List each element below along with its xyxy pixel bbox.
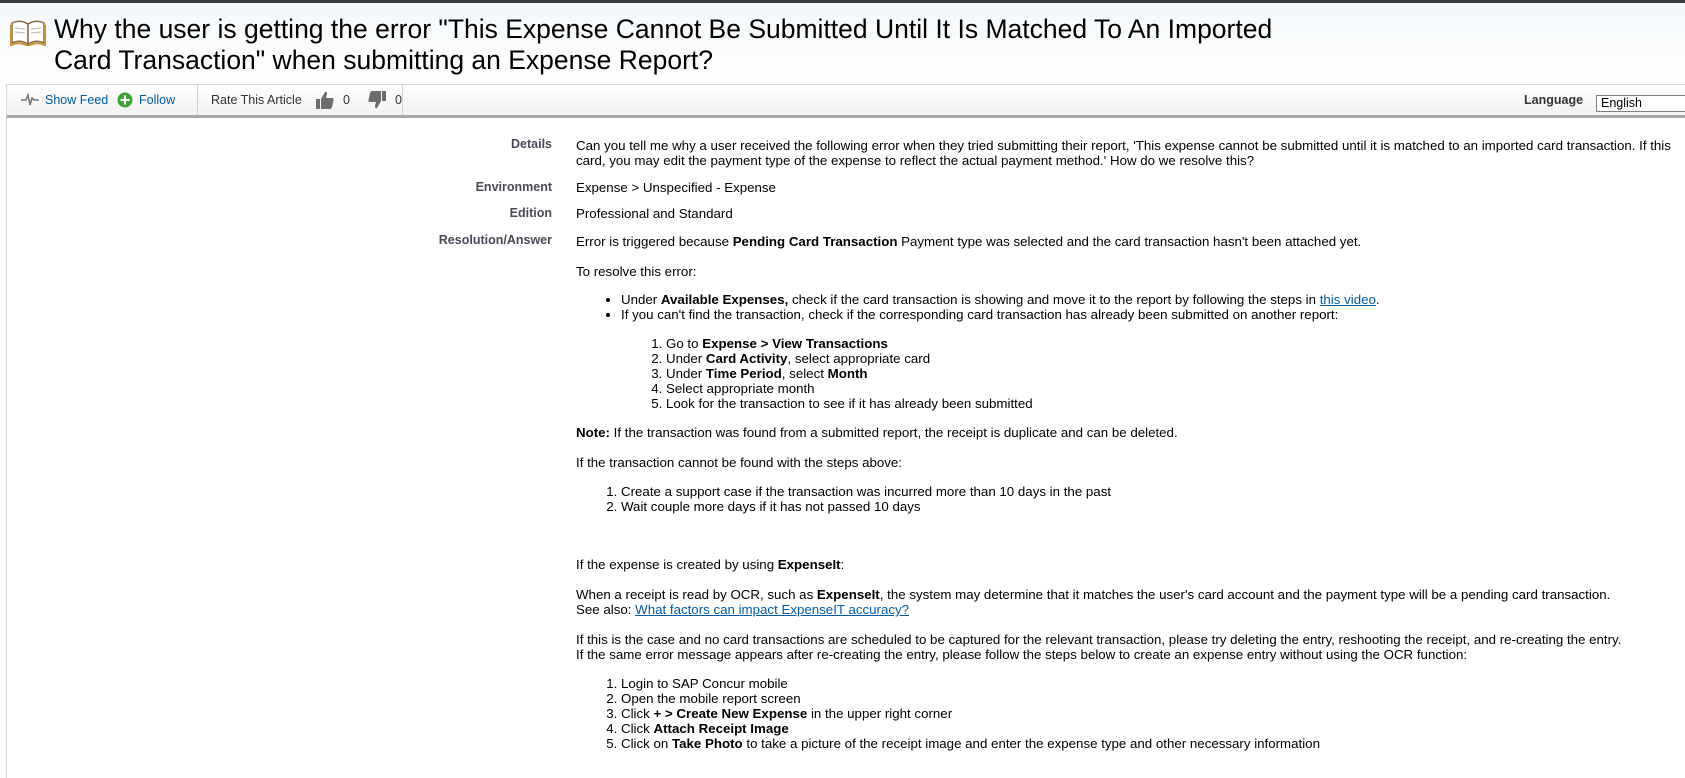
text: Click [621,706,654,721]
edition-value: Professional and Standard [576,206,733,221]
list-item: Wait couple more days if it has not pass… [621,499,1111,514]
text: Click on [621,736,672,751]
bold-text: ExpenseIt [777,557,841,572]
text: See also: [576,602,636,617]
edition-label: Edition [509,206,552,220]
bold-text: ExpenseIt [816,587,880,602]
text: Under [666,351,706,366]
lookup-steps-list: Go to Expense > View Transactions Under … [666,336,1033,411]
bold-text: Card Activity [705,351,788,366]
text: Payment type was selected and the card t… [897,234,1362,249]
show-feed-button[interactable]: Show Feed [21,85,108,115]
case-paragraph: If this is the case and no card transact… [576,632,1621,662]
bold-text: Available Expenses, [660,292,789,307]
text: Go to [666,336,703,351]
bold-text: + > Create New Expense [653,706,808,721]
thumbs-up-count: 0 [343,93,350,107]
text: When a receipt is read by OCR, such as [576,587,817,602]
list-item: Under Available Expenses, check if the c… [621,292,1380,307]
feed-pulse-icon [21,93,39,106]
bold-text: Note: [576,425,610,440]
page-title: Why the user is getting the error "This … [54,14,1354,76]
list-item: Create a support case if the transaction… [621,484,1111,499]
text: check if the card transaction is showing… [788,292,1320,307]
list-item: Click Attach Receipt Image [621,721,1320,736]
list-item: Look for the transaction to see if it ha… [666,396,1033,411]
thumbs-up-button[interactable]: 0 [315,85,350,115]
list-item: Login to SAP Concur mobile [621,676,1320,691]
expenseit-accuracy-link[interactable]: What factors can impact ExpenseIT accura… [635,602,909,617]
list-item: Under Card Activity, select appropriate … [666,351,1033,366]
details-value: Can you tell me why a user received the … [576,138,1671,168]
cannot-find-list: Create a support case if the transaction… [621,484,1111,514]
environment-label: Environment [475,180,552,194]
text: : [840,557,845,572]
text: to take a picture of the receipt image a… [742,736,1320,751]
details-line: card, you may edit the payment type of t… [576,153,1255,168]
language-label: Language [1524,85,1583,115]
follow-label: Follow [139,93,176,107]
text: Error is triggered because [576,234,733,249]
article-toolbar: Show Feed Follow Rate This Article 0 0 L… [6,84,1685,118]
cannot-find-text: If the transaction cannot be found with … [576,455,902,470]
book-icon [10,20,46,46]
list-item: Click on Take Photo to take a picture of… [621,736,1320,751]
toolbar-divider [197,85,198,115]
language-label-text: Language [1524,93,1584,107]
resolution-label: Resolution/Answer [438,233,552,247]
resolve-bullet-list: Under Available Expenses, check if the c… [621,292,1380,322]
page-title-line2: Card Transaction" when submitting an Exp… [54,45,714,75]
thumbs-down-button[interactable]: 0 [367,85,402,115]
mobile-steps-list: Login to SAP Concur mobile Open the mobi… [621,676,1320,751]
list-item: Click + > Create New Expense in the uppe… [621,706,1320,721]
list-item: Open the mobile report screen [621,691,1320,706]
text: Click [621,721,654,736]
language-select[interactable]: English [1596,95,1685,112]
text: Under [621,292,661,307]
bold-text: Take Photo [672,736,743,751]
details-line: Can you tell me why a user received the … [576,138,1671,153]
plus-circle-icon [117,92,133,108]
text: , the system may determine that it match… [879,587,1611,602]
language-select-value: English [1601,96,1642,110]
list-item: If you can't find the transaction, check… [621,307,1380,322]
bold-text: Month [827,366,868,381]
article-header: Why the user is getting the error "This … [0,3,1685,83]
see-also-line: See also: What factors can impact Expens… [576,602,1610,617]
text: . [1375,292,1380,307]
rate-article-label: Rate This Article [211,85,302,115]
list-item: Under Time Period, select Month [666,366,1033,381]
note-text: Note: If the transaction was found from … [576,425,1178,440]
text: If the transaction was found from a subm… [609,425,1178,440]
details-label: Details [511,137,552,151]
follow-button[interactable]: Follow [117,85,175,115]
resolution-intro: Error is triggered because Pending Card … [576,234,1361,249]
to-resolve-text: To resolve this error: [576,264,697,279]
expenseit-heading: If the expense is created by using Expen… [576,557,844,572]
text: , select [781,366,828,381]
ocr-line: When a receipt is read by OCR, such as E… [576,587,1610,602]
page-title-line1: Why the user is getting the error "This … [54,14,1273,44]
list-item: Go to Expense > View Transactions [666,336,1033,351]
text: Under [666,366,706,381]
environment-value: Expense > Unspecified - Expense [576,180,776,195]
list-item: Select appropriate month [666,381,1033,396]
rate-article-text: Rate This Article [211,93,302,107]
case-line: If this is the case and no card transact… [576,632,1622,647]
show-feed-label: Show Feed [45,93,109,107]
text: , select appropriate card [787,351,931,366]
bold-text: Expense > View Transactions [702,336,888,351]
case-line: If the same error message appears after … [576,647,1468,662]
thumbs-up-icon [316,91,334,109]
thumbs-down-icon [368,91,386,109]
toolbar-divider [402,85,403,115]
text: in the upper right corner [807,706,953,721]
this-video-link[interactable]: this video [1320,292,1376,307]
bold-text: Pending Card Transaction [732,234,898,249]
ocr-paragraph: When a receipt is read by OCR, such as E… [576,587,1610,617]
bold-text: Attach Receipt Image [653,721,789,736]
thumbs-down-count: 0 [395,93,402,107]
bold-text: Time Period [705,366,782,381]
text: If the expense is created by using [576,557,778,572]
